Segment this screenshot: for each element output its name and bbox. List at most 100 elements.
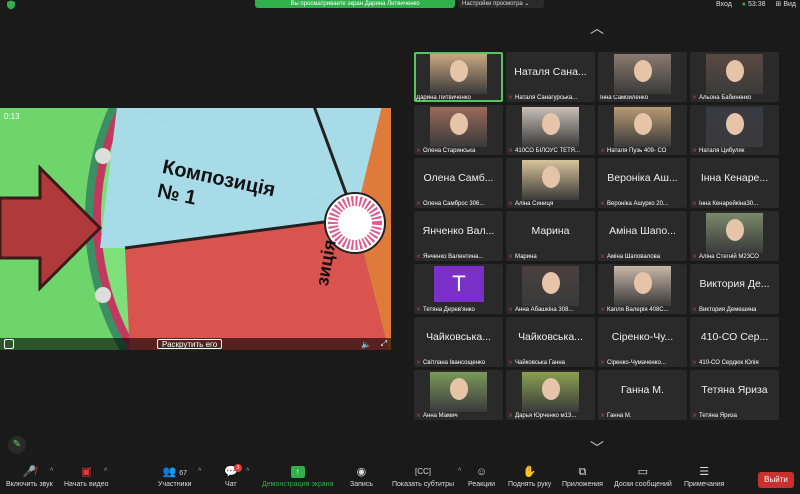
participant-tile[interactable]: Виктория Де... ⨯ Виктория Демешина [690,264,779,314]
share-screen-label: Демонстрация экрана [262,481,334,488]
video-caret-icon[interactable]: ^ [104,468,107,475]
participant-tile[interactable]: ⨯ Олена Старинська [414,105,503,155]
participant-display-name: Янченко Вал... [422,225,495,237]
raise-hand-button[interactable]: ✋ Поднять руку [508,466,551,488]
participant-tile[interactable]: Олена Самб... ⨯ Олена Самброс 306... [414,158,503,208]
reaction-icon: ☺ [475,466,488,478]
participant-name-label: ⨯ Світлана Івансощенко [416,359,501,367]
mic-muted-icon: ⨯ [508,307,514,313]
scroll-down-icon[interactable]: ﹀ [590,438,604,458]
participant-display-name: Вероніка Аш... [607,172,678,184]
participant-tile[interactable]: ⨯ Наталя Цибуляк [690,105,779,155]
participant-tile[interactable]: ⨯ Аліна Стегній М23СО [690,211,779,261]
top-bar: Вы просматриваете экран Дарина Литвиченк… [0,0,800,12]
shared-screen[interactable]: Композиція № 1 зиція 0:13 Раскрутить его… [0,108,391,350]
view-button[interactable]: ⊞ Вид [776,0,796,10]
participant-tile[interactable]: Інна Кенаре... ⨯ Інна Кенарейкіна30... [690,158,779,208]
participant-tile[interactable]: ⨯ Анна Мамич [414,370,503,420]
participant-video [522,160,579,200]
chat-label: Чат [225,481,237,488]
share-screen-icon: ↑ [290,466,305,478]
participant-tile[interactable]: ⨯ Альона Бабиненко [690,52,779,102]
participant-tile[interactable]: ⨯ Аліна Синиця [506,158,595,208]
participant-tile[interactable]: ⨯ Капля Валерія 408С... [598,264,687,314]
expand-icon[interactable]: ⤢ [381,339,387,349]
participant-name: Виктория Демешина [699,306,757,313]
participant-name: Чайковська Ганна [515,359,565,366]
mic-muted-icon: ⨯ [600,360,606,366]
scroll-up-icon[interactable]: ︿ [590,18,604,38]
participant-tile[interactable]: T ⨯ Тетяна Дерев'янко [414,264,503,314]
participant-name: Інна Самойленко [600,95,649,101]
participant-name-label: ⨯ 410СО БІЛОУС ТЕТЯ... [508,147,593,155]
share-screen-button[interactable]: ↑ Демонстрация экрана [262,466,334,488]
whiteboards-button[interactable]: ▭ Доски сообщений [614,466,672,488]
participant-video [430,372,487,412]
enter-button[interactable]: Вход [716,0,732,10]
participant-name-label: ⨯ Сіренко-Чумаченко... [600,359,685,367]
record-button[interactable]: ◉ Запись [350,466,373,488]
participant-name-label: ⨯ Чайковська Ганна [508,359,593,367]
mic-muted-icon: ⨯ [416,254,422,260]
notes-button[interactable]: ☰ Примечания [684,466,724,488]
spin-button[interactable]: Раскрутить его [157,339,223,349]
participant-name: Альона Бабиненко [699,94,752,101]
mic-muted-icon: ⨯ [416,307,422,313]
participant-tile[interactable]: ⨯ Наталя Пузь 409- СО [598,105,687,155]
start-video-button[interactable]: ▣̸ Начать видео [64,466,108,488]
participant-tile[interactable]: Чайковська... ⨯ Чайковська Ганна [506,317,595,367]
whiteboard-icon: ▭ [637,466,649,478]
participant-video [614,107,671,147]
menu-icon[interactable] [4,339,14,349]
chat-caret-icon[interactable]: ^ [246,468,249,475]
audio-caret-icon[interactable]: ^ [50,468,53,475]
participant-name: Тетяна Дерев'янко [423,306,475,313]
participant-tile[interactable]: ⨯ Дарья Юрченко м13... [506,370,595,420]
leave-button[interactable]: Выйти [758,472,794,488]
participant-tile[interactable]: Наталя Сана... ⨯ Наталя Санагурська... [506,52,595,102]
participant-tile[interactable]: Марина ⨯ Марина [506,211,595,261]
participant-display-name: Інна Кенаре... [700,172,769,184]
view-options-button[interactable]: Настройки просмотра ⌄ [458,0,544,8]
reactions-button[interactable]: ☺ Реакции [468,466,495,488]
volume-icon[interactable]: 🔈 [361,340,371,349]
shield-icon[interactable] [6,0,16,10]
participant-tile[interactable]: ⨯ 410СО БІЛОУС ТЕТЯ... [506,105,595,155]
mic-muted-icon: ⨯ [508,148,514,154]
mic-muted-icon: ⨯ [416,148,422,154]
top-right-controls: Вход ● 53:38 ⊞ Вид [716,0,796,10]
participant-name-label: ⨯ Наталя Пузь 409- СО [600,147,685,155]
participant-display-name: Марина [531,225,570,237]
captions-caret-icon[interactable]: ^ [458,468,461,475]
participant-tile[interactable]: 410-СО Сер... ⨯ 410-СО Сердюк Юлія [690,317,779,367]
participant-name-label: ⨯ Ганна М. [600,412,685,420]
unmute-button[interactable]: 🎤̸ Включить звук [6,466,53,488]
participant-tile[interactable]: Вероніка Аш... ⨯ Вероніка Ашурко 20... [598,158,687,208]
participant-face [725,60,744,82]
participant-name-label: ⨯ Янченко Валентина... [416,253,501,261]
participant-name: Ганна М. [607,412,632,419]
captions-button[interactable]: [CC] Показать субтитры [392,466,454,488]
participants-caret-icon[interactable]: ^ [198,468,201,475]
mic-muted-icon: ⨯ [692,201,698,207]
participant-face [541,113,560,135]
participant-video [614,54,671,94]
pencil-icon[interactable]: ✎ [8,436,26,454]
participant-display-name: Сіренко-Чу... [611,331,674,343]
participant-tile[interactable]: Янченко Вал... ⨯ Янченко Валентина... [414,211,503,261]
participants-button[interactable]: 👥 67 Участники [158,466,191,488]
participant-tile[interactable]: Тетяна Яриза ⨯ Тетяна Яриза [690,370,779,420]
participant-display-name: Олена Самб... [423,172,494,184]
participant-tile[interactable]: Чайковська... ⨯ Світлана Івансощенко [414,317,503,367]
participant-tile[interactable]: Сіренко-Чу... ⨯ Сіренко-Чумаченко... [598,317,687,367]
participant-tile[interactable]: Дарина Литвиченко [414,52,503,102]
participant-tile[interactable]: Аміна Шапо... ⨯ Аміна Шаповалова [598,211,687,261]
record-label: Запись [350,481,373,488]
participant-name: 410-СО Сердюк Юлія [699,359,759,366]
mic-muted-icon: ⨯ [692,360,698,366]
participant-tile[interactable]: Інна Самойленко [598,52,687,102]
participant-name: Анна Абашкіна 308... [515,306,574,313]
apps-button[interactable]: ⧉ Приложения [562,466,603,488]
participant-tile[interactable]: Ганна М. ⨯ Ганна М. [598,370,687,420]
participant-tile[interactable]: ⨯ Анна Абашкіна 308... [506,264,595,314]
